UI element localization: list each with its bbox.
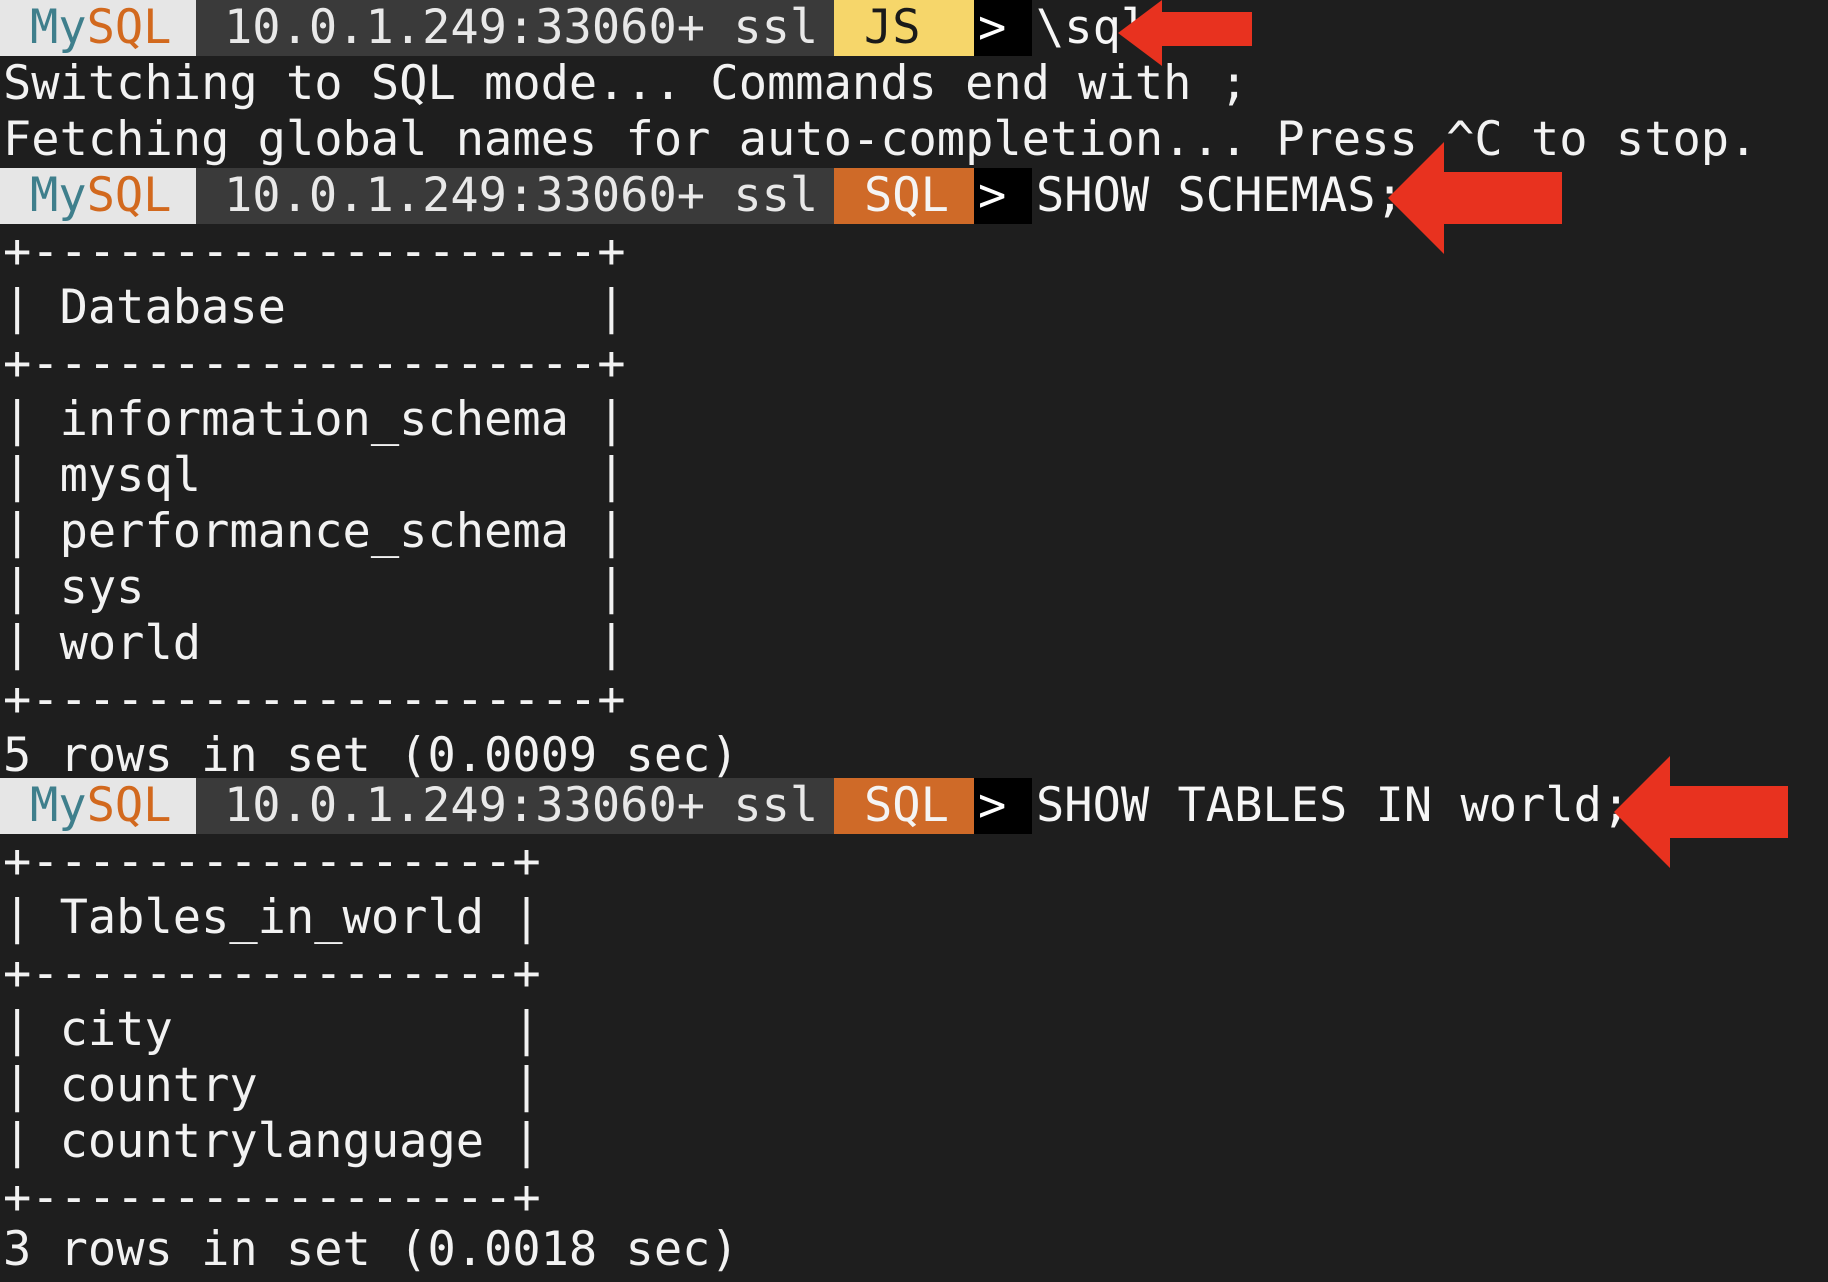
arrow-left-icon <box>1614 756 1788 868</box>
result-summary: 3 rows in set (0.0018 sec) <box>3 1222 739 1277</box>
table-row: | sys | <box>3 560 626 615</box>
table-row: | countrylanguage | <box>3 1114 541 1169</box>
mysql-badge-sql: SQL <box>86 168 172 223</box>
command-input[interactable]: SHOW TABLES IN world; <box>1032 778 1630 834</box>
prompt-line-2: My SQL 10.0.1.249:33060+ ssl SQL > SHOW S… <box>0 168 1404 224</box>
mysql-badge-sql: SQL <box>86 778 172 833</box>
prompt-caret: > <box>974 778 1032 834</box>
command-input[interactable]: SHOW SCHEMAS; <box>1032 168 1404 224</box>
mysql-badge-my: My <box>30 168 87 223</box>
table-header: | Database | <box>3 280 626 335</box>
table-row: | information_schema | <box>3 392 626 447</box>
terminal-window[interactable]: My SQL 10.0.1.249:33060+ ssl JS > \sql Sw… <box>0 0 1828 1282</box>
host-segment: 10.0.1.249:33060+ ssl <box>196 168 834 224</box>
table-row: | performance_schema | <box>3 504 626 559</box>
mysql-badge-my: My <box>30 778 87 833</box>
table-border: +-----------------+ <box>3 1170 541 1225</box>
table-row: | world | <box>3 616 626 671</box>
table-border: +--------------------+ <box>3 336 626 391</box>
table-row: | mysql | <box>3 448 626 503</box>
prompt-caret: > <box>974 168 1032 224</box>
prompt-line-1: My SQL 10.0.1.249:33060+ ssl JS > \sql <box>0 0 1149 56</box>
mode-badge-sql: SQL <box>834 778 974 834</box>
table-border: +--------------------+ <box>3 224 626 279</box>
table-header: | Tables_in_world | <box>3 890 541 945</box>
table-border: +--------------------+ <box>3 672 626 727</box>
mysql-badge-my: My <box>30 0 87 55</box>
output-line: Switching to SQL mode... Commands end wi… <box>3 56 1249 111</box>
arrow-left-icon <box>1118 0 1252 66</box>
prompt-caret: > <box>974 0 1032 56</box>
mysql-badge-sql: SQL <box>86 0 172 55</box>
table-row: | country | <box>3 1058 541 1113</box>
mysql-badge: My SQL <box>0 778 196 834</box>
table-row: | city | <box>3 1002 541 1057</box>
table-border: +-----------------+ <box>3 834 541 889</box>
mode-badge-sql: SQL <box>834 168 974 224</box>
mysql-badge: My SQL <box>0 0 196 56</box>
mysql-badge: My SQL <box>0 168 196 224</box>
mode-badge-js: JS <box>834 0 974 56</box>
prompt-line-3: My SQL 10.0.1.249:33060+ ssl SQL > SHOW T… <box>0 778 1630 834</box>
host-segment: 10.0.1.249:33060+ ssl <box>196 0 834 56</box>
table-border: +-----------------+ <box>3 946 541 1001</box>
arrow-left-icon <box>1388 142 1562 254</box>
result-summary: 5 rows in set (0.0009 sec) <box>3 728 739 783</box>
host-segment: 10.0.1.249:33060+ ssl <box>196 778 834 834</box>
